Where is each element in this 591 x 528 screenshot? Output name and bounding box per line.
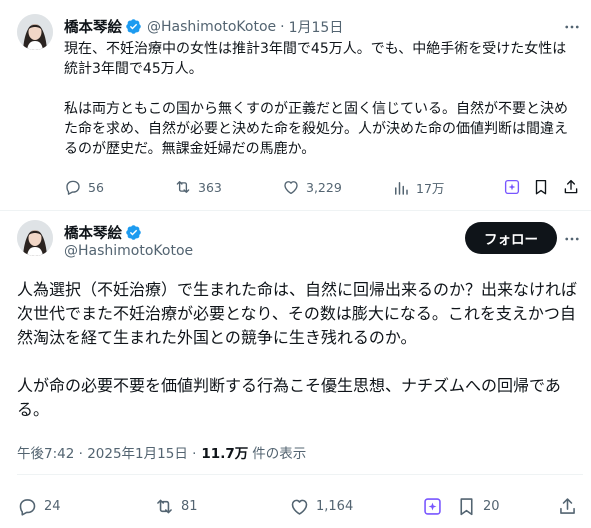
share-icon xyxy=(560,498,575,514)
quoted-tweet-actions: 56 363 3,229 17万 xyxy=(64,178,584,200)
quoted-tweet-header: 橋本琴絵 @HashimotoKotoe · 1月15日 xyxy=(64,16,343,37)
heart-icon xyxy=(284,181,298,195)
verified-badge-icon xyxy=(125,18,142,35)
views-chart-icon xyxy=(395,181,408,195)
views-button[interactable]: 17万 xyxy=(392,178,444,197)
separator-dot: · xyxy=(280,18,285,35)
main-tweet-actions: 24 81 1,164 20 xyxy=(17,496,583,520)
views-count: 11.7万 xyxy=(201,446,249,462)
verified-badge-icon xyxy=(125,224,142,241)
bookmark-icon xyxy=(460,498,473,516)
repost-icon xyxy=(157,499,172,514)
like-button[interactable]: 3,229 xyxy=(282,178,342,196)
reply-count: 24 xyxy=(44,499,61,514)
grok-icon xyxy=(504,179,520,195)
bookmark-icon xyxy=(535,179,547,195)
handle[interactable]: @HashimotoKotoe xyxy=(147,19,276,35)
bookmark-button[interactable]: 20 xyxy=(456,496,500,517)
main-tweet-handle-row: @HashimotoKotoe xyxy=(64,243,193,259)
more-options-icon[interactable] xyxy=(561,16,583,38)
more-options-icon[interactable] xyxy=(561,228,583,250)
bookmark-count: 20 xyxy=(483,499,500,514)
grok-button[interactable] xyxy=(422,496,443,517)
handle[interactable]: @HashimotoKotoe xyxy=(64,243,193,259)
repost-count: 363 xyxy=(198,179,222,195)
follow-button[interactable]: フォロー xyxy=(465,222,557,254)
tweet-meta: 午後7:42 · 2025年1月15日 · 11.7万 件の表示 xyxy=(17,442,306,462)
repost-button[interactable]: 81 xyxy=(154,496,198,517)
avatar[interactable] xyxy=(17,220,53,256)
timestamp[interactable]: 午後7:42 · 2025年1月15日 · xyxy=(17,442,196,462)
like-count: 3,229 xyxy=(306,179,342,195)
share-icon xyxy=(564,179,578,194)
reply-icon xyxy=(66,180,80,195)
divider xyxy=(17,474,583,475)
reply-button[interactable]: 24 xyxy=(17,496,61,517)
avatar[interactable] xyxy=(17,14,53,50)
views-label: 件の表示 xyxy=(252,446,307,462)
grok-icon xyxy=(424,498,441,515)
divider xyxy=(0,210,591,211)
tweet-text: 現在、不妊治療中の女性は推計3年間で45万人。でも、中絶手術を受けた女性は統計3… xyxy=(64,41,568,157)
display-name[interactable]: 橋本琴絵 xyxy=(64,16,122,37)
heart-icon xyxy=(291,499,308,515)
repost-icon xyxy=(176,181,190,193)
post-date[interactable]: 1月15日 xyxy=(289,17,344,37)
repost-count: 81 xyxy=(181,499,198,514)
like-button[interactable]: 1,164 xyxy=(289,496,353,517)
reply-icon xyxy=(19,499,36,516)
bookmark-button[interactable] xyxy=(532,178,550,196)
main-tweet-name: 橋本琴絵 xyxy=(64,222,142,243)
repost-button[interactable]: 363 xyxy=(174,178,222,196)
reply-button[interactable]: 56 xyxy=(64,178,104,196)
grok-button[interactable] xyxy=(503,178,521,196)
tweet-text: 人為選択（不妊治療）で生まれた命は、自然に回帰出来るのか？出来なければ次世代でま… xyxy=(17,280,578,419)
display-name[interactable]: 橋本琴絵 xyxy=(64,222,122,243)
views-count: 17万 xyxy=(416,181,445,196)
share-button[interactable] xyxy=(562,178,580,196)
reply-count: 56 xyxy=(88,179,104,195)
like-count: 1,164 xyxy=(316,499,354,514)
share-button[interactable] xyxy=(557,496,578,517)
